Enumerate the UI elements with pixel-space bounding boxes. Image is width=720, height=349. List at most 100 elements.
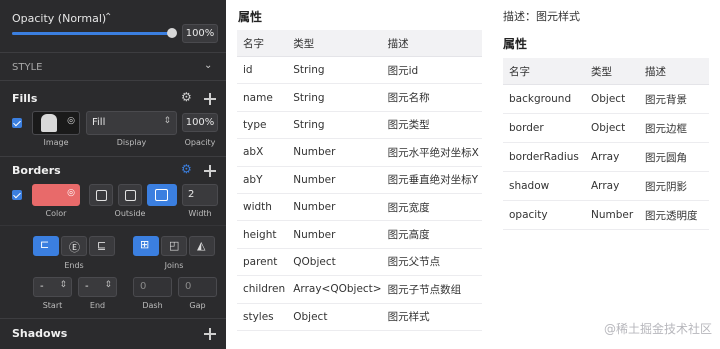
- shadows-title: Shadows: [12, 327, 68, 340]
- table-cell: String: [287, 56, 382, 85]
- table-cell: String: [287, 111, 382, 140]
- fill-type-value: Fill: [92, 117, 106, 128]
- opacity-slider-track[interactable]: [12, 32, 172, 35]
- table-cell: Array: [585, 171, 639, 201]
- table-cell: Object: [585, 113, 639, 143]
- gap-value: 0: [185, 281, 192, 292]
- bevel-join-icon: ◭: [197, 239, 206, 252]
- fill-type-select[interactable]: Fill ⇕: [86, 111, 177, 135]
- table-cell: border: [503, 113, 585, 143]
- table-cell: 图元id: [381, 56, 482, 85]
- eyedropper-icon[interactable]: ◎: [67, 188, 75, 198]
- border-width-input[interactable]: 2: [182, 184, 218, 206]
- left-table-title: 属性: [238, 10, 263, 24]
- border-center-button[interactable]: [89, 184, 113, 206]
- border-enabled-checkbox[interactable]: [12, 190, 22, 200]
- end-arrow-select[interactable]: - ⇕: [78, 277, 117, 297]
- add-fill-icon[interactable]: [204, 93, 216, 105]
- borders-title: Borders: [12, 164, 61, 177]
- table-cell: 图元水平绝对坐标X: [381, 138, 482, 167]
- table-row: id String 图元id: [237, 56, 482, 85]
- add-shadow-icon[interactable]: [204, 328, 216, 340]
- image-thumbnail-icon: [41, 114, 57, 132]
- end-value: -: [85, 281, 89, 292]
- table-cell: 图元透明度: [639, 200, 709, 230]
- dash-label: Dash: [142, 301, 163, 310]
- table-cell: styles: [237, 303, 288, 331]
- fills-title: Fills: [12, 92, 38, 105]
- dash-value: 0: [140, 281, 147, 292]
- table-row: opacity Number 图元透明度: [503, 200, 709, 230]
- table-cell: children: [237, 275, 288, 304]
- border-center-icon: [96, 190, 107, 201]
- table-cell: 图元阴影: [639, 171, 709, 201]
- table-cell: Number: [585, 200, 639, 230]
- table-cell: type: [237, 111, 288, 140]
- table-row: abX Number 图元水平绝对坐标X: [237, 138, 482, 167]
- table-cell: Number: [287, 193, 382, 222]
- divider: [0, 52, 226, 53]
- column-header: 类型: [585, 58, 639, 85]
- start-arrow-select[interactable]: - ⇕: [33, 277, 72, 297]
- gear-icon[interactable]: ⚙: [181, 162, 192, 176]
- border-outside-button[interactable]: [147, 184, 177, 206]
- chevron-updown-icon[interactable]: ⌃: [104, 12, 112, 23]
- table-cell: Number: [287, 220, 382, 249]
- table-cell: shadow: [503, 171, 585, 201]
- table-cell: 图元宽度: [381, 193, 482, 222]
- fill-image-swatch[interactable]: ◎: [32, 111, 80, 135]
- table-row: borderRadius Array 图元圆角: [503, 142, 709, 172]
- table-cell: 图元父节点: [381, 248, 482, 277]
- table-cell: abY: [237, 166, 288, 194]
- inspector-panel: Opacity (Normal) ⌃ 100% STYLE ⌄ Fills ⚙ …: [0, 0, 226, 349]
- join-round-button[interactable]: ◰: [161, 236, 187, 256]
- border-color-swatch[interactable]: ◎: [32, 184, 80, 206]
- table-cell: 图元名称: [381, 83, 482, 112]
- position-label: Outside: [114, 209, 146, 218]
- display-label: Display: [116, 138, 147, 147]
- table-cell: Object: [287, 303, 382, 331]
- table-cell: opacity: [503, 200, 585, 230]
- chevron-down-icon[interactable]: ⌄: [204, 60, 212, 71]
- chevron-updown-icon: ⇕: [59, 280, 67, 290]
- opacity-label[interactable]: Opacity (Normal): [12, 12, 106, 25]
- opacity-input[interactable]: 100%: [182, 24, 218, 43]
- eyedropper-icon[interactable]: ◎: [67, 116, 75, 126]
- end-square-button[interactable]: ⊑: [89, 236, 115, 256]
- column-header: 名字: [237, 30, 288, 57]
- table-cell: Number: [287, 138, 382, 167]
- table-row: width Number 图元宽度: [237, 193, 482, 222]
- join-bevel-button[interactable]: ◭: [189, 236, 215, 256]
- gap-input[interactable]: 0: [178, 277, 217, 297]
- border-inside-icon: [125, 190, 136, 201]
- table-cell: 图元背景: [639, 84, 709, 114]
- table-cell: Number: [287, 166, 382, 194]
- table-cell: 图元类型: [381, 111, 482, 140]
- table-cell: Array: [585, 142, 639, 172]
- gear-icon[interactable]: ⚙: [181, 90, 192, 104]
- table-row: height Number 图元高度: [237, 220, 482, 249]
- butt-cap-icon: ⊏: [40, 238, 50, 251]
- add-border-icon[interactable]: [204, 165, 216, 177]
- chevron-updown-icon: ⇕: [104, 280, 112, 290]
- opacity-label: Opacity: [184, 138, 216, 147]
- table-header-row: 名字 类型 描述: [503, 58, 709, 85]
- watermark: @稀土掘金技术社区: [603, 322, 712, 336]
- table-cell: name: [237, 83, 288, 112]
- style-section-label: STYLE: [12, 62, 43, 73]
- square-cap-icon: ⊑: [97, 239, 107, 252]
- end-butt-button[interactable]: ⊏: [33, 236, 59, 256]
- end-round-button[interactable]: Ⓔ: [61, 236, 87, 256]
- divider: [0, 225, 226, 226]
- ends-label: Ends: [64, 261, 84, 270]
- table-cell: borderRadius: [503, 142, 585, 172]
- fill-enabled-checkbox[interactable]: [12, 118, 22, 128]
- fill-opacity-input[interactable]: 100%: [182, 113, 218, 132]
- dash-input[interactable]: 0: [133, 277, 172, 297]
- divider: [0, 318, 226, 319]
- table-cell: width: [237, 193, 288, 222]
- join-miter-button[interactable]: ⊞: [133, 236, 159, 256]
- table-cell: Object: [585, 84, 639, 114]
- border-inside-button[interactable]: [118, 184, 142, 206]
- opacity-slider-knob[interactable]: [167, 28, 177, 38]
